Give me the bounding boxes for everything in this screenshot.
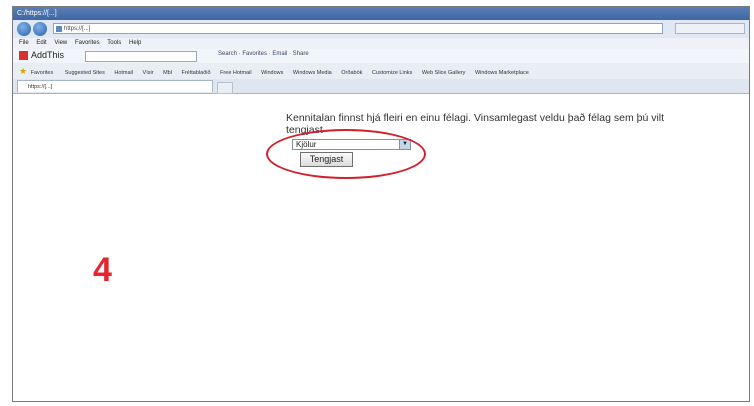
page-icon	[56, 26, 62, 32]
menu-file[interactable]: File	[19, 40, 29, 46]
url-input[interactable]: https://[...]	[53, 23, 663, 34]
favorites-item[interactable]: Free Hotmail	[220, 70, 251, 76]
toolbar-search-input[interactable]	[85, 51, 197, 62]
tab-active[interactable]: https://[...]	[17, 80, 213, 92]
menu-bar: File Edit View Favorites Tools Help	[13, 38, 749, 49]
favorites-item[interactable]: Vísir	[143, 70, 154, 76]
addthis-toolbar: AddThis Search · Favorites · Email · Sha…	[13, 49, 749, 64]
search-input[interactable]	[675, 23, 745, 34]
addthis-tools[interactable]: Search · Favorites · Email · Share	[218, 51, 309, 57]
favorites-item[interactable]: Mbl	[163, 70, 172, 76]
menu-edit[interactable]: Edit	[36, 40, 46, 46]
favorites-star-icon: ★	[19, 66, 28, 76]
favorites-item[interactable]: Windows Marketplace	[475, 70, 529, 76]
window-title: C:/https://[...]	[13, 7, 749, 20]
favorites-item[interactable]: Customize Links	[372, 70, 412, 76]
tab-bar: https://[...]	[13, 79, 749, 94]
favorites-item[interactable]: Suggested Sites	[65, 70, 105, 76]
url-text: https://[...]	[64, 26, 91, 32]
back-icon[interactable]	[17, 22, 31, 36]
favorites-item[interactable]: Windows	[261, 70, 283, 76]
favorites-item[interactable]: Hotmail	[114, 70, 133, 76]
menu-favorites[interactable]: Favorites	[75, 40, 100, 46]
forward-icon[interactable]	[33, 22, 47, 36]
step-number: 4	[93, 251, 112, 289]
favorites-button[interactable]: Favorites	[31, 70, 54, 76]
favorites-item[interactable]: Orðabók	[341, 70, 362, 76]
favorites-item[interactable]: Fréttablaðið	[181, 70, 210, 76]
addthis-icon	[19, 51, 28, 60]
favorites-item[interactable]: Windows Media	[293, 70, 332, 76]
favorites-bar: ★ Favorites Suggested Sites Hotmail Vísi…	[13, 63, 749, 80]
menu-help[interactable]: Help	[129, 40, 141, 46]
new-tab-button[interactable]	[217, 82, 233, 94]
menu-tools[interactable]: Tools	[107, 40, 121, 46]
browser-window: C:/https://[...] https://[...] File Edit…	[12, 6, 750, 402]
menu-view[interactable]: View	[54, 40, 67, 46]
favorites-item[interactable]: Web Slice Gallery	[422, 70, 466, 76]
addthis-button[interactable]: AddThis	[31, 50, 64, 60]
address-bar: https://[...]	[13, 20, 749, 39]
highlight-ring	[266, 129, 426, 179]
